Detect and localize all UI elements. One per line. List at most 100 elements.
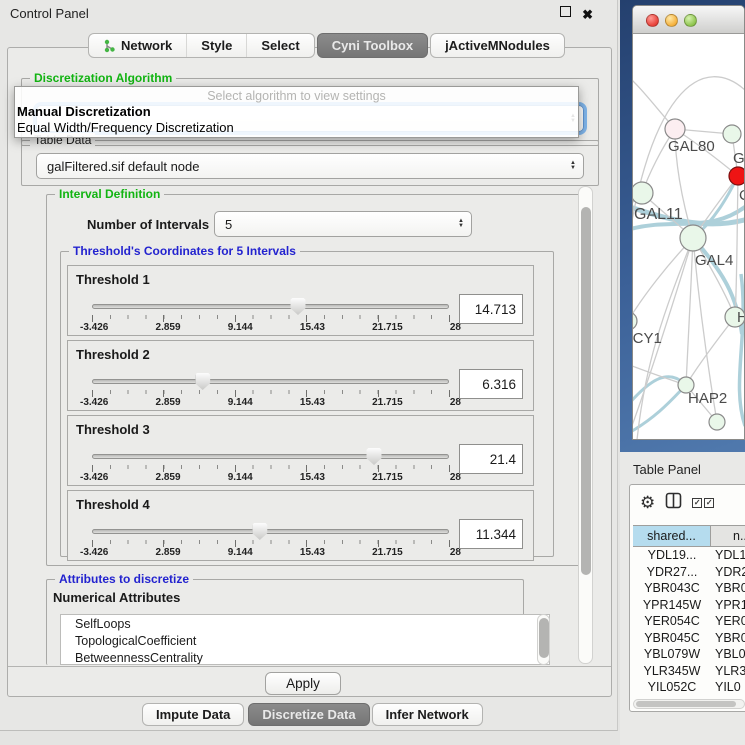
scrollbar-thumb[interactable] <box>636 701 736 707</box>
group-title: Threshold's Coordinates for 5 Intervals <box>69 244 300 258</box>
threshold-4-slider[interactable]: -3.426 2.859 9.144 15.43 21.715 28 <box>92 524 449 558</box>
cell: YPR145W <box>633 598 711 612</box>
list-item[interactable]: BetweennessCentrality <box>61 649 549 665</box>
attributes-group: Attributes to discretize Numerical Attri… <box>46 579 524 665</box>
slider-track[interactable] <box>92 529 449 534</box>
tab-discretize-data[interactable]: Discretize Data <box>248 703 369 726</box>
gear-icon[interactable]: ⚙ <box>640 493 655 513</box>
zoom-traffic-icon[interactable] <box>684 14 697 27</box>
table-row[interactable]: YER054C YER0 <box>633 613 745 630</box>
column-layout-icon[interactable] <box>665 492 682 514</box>
threshold-3-slider[interactable]: -3.426 2.859 9.144 15.43 21.715 28 <box>92 449 449 483</box>
tick-label: 15.43 <box>300 322 325 333</box>
table-header-row: shared... n... <box>633 525 745 547</box>
list-item[interactable]: TopologicalCoefficient <box>61 632 549 649</box>
table-rows: YDL19... YDL1 YDR27... YDR2 YBR043C YBR0… <box>633 547 745 696</box>
tick-label: 9.144 <box>228 322 253 333</box>
node-label-partial-top-right: GA <box>733 150 745 167</box>
slider-major-ticks <box>92 540 450 547</box>
network-canvas[interactable]: GAL80 GA C GAL11 GAL4 GCY1 H HAP2 <box>633 34 745 440</box>
top-tab-bar: Network Style Select Cyni Toolbox jActiv… <box>88 33 565 58</box>
node-label-gcy1: GCY1 <box>633 330 662 347</box>
threshold-2-value-field[interactable]: 6.316 <box>459 369 523 399</box>
minimize-traffic-icon[interactable] <box>665 14 678 27</box>
slider-thumb[interactable] <box>367 448 382 465</box>
menu-item-manual-discretization[interactable]: Manual Discretization <box>17 104 151 119</box>
table-row[interactable]: YLR345W YLR3 <box>633 663 745 680</box>
table-row[interactable]: YDR27... YDR2 <box>633 564 745 581</box>
tab-infer-network[interactable]: Infer Network <box>372 703 483 726</box>
threshold-2-panel: Threshold 2 -3.426 2.859 9.144 15.43 21.… <box>67 340 534 411</box>
tick-label: 2.859 <box>156 472 181 483</box>
table-row[interactable]: YBR043C YBR0 <box>633 580 745 597</box>
tab-impute-data[interactable]: Impute Data <box>142 703 244 726</box>
cell: YBR0 <box>711 631 745 645</box>
node-label-partial-c: C <box>739 187 745 204</box>
table-row[interactable]: YBL079W YBL0 <box>633 646 745 663</box>
tick-label: 2.859 <box>156 322 181 333</box>
table-hscrollbar[interactable] <box>633 699 745 709</box>
table-row[interactable]: YIL052C YIL0 <box>633 679 745 696</box>
tab-style[interactable]: Style <box>187 34 247 57</box>
tick-label: 9.144 <box>228 472 253 483</box>
slider-track[interactable] <box>92 304 449 309</box>
close-traffic-icon[interactable] <box>646 14 659 27</box>
scrollbar-thumb[interactable] <box>539 618 549 658</box>
threshold-1-value-field[interactable]: 14.713 <box>459 294 523 324</box>
threshold-label: Threshold 4 <box>76 497 150 512</box>
checked-box-icon[interactable]: ✓ <box>704 498 714 508</box>
panel-title: Control Panel <box>10 6 89 21</box>
list-scrollbar[interactable] <box>537 614 550 665</box>
cell: YDR2 <box>711 565 745 579</box>
slider-thumb[interactable] <box>290 298 305 315</box>
tick-label: 21.715 <box>372 397 403 408</box>
slider-tick-labels: -3.426 2.859 9.144 15.43 21.715 28 <box>80 547 461 558</box>
slider-thumb[interactable] <box>252 523 267 540</box>
column-header-shared[interactable]: shared... <box>633 526 711 546</box>
tab-jactivemnodules[interactable]: jActiveMNodules <box>430 33 565 58</box>
column-header-name[interactable]: n... <box>711 526 745 546</box>
table-toolbar: ⚙ ✓ ✓ <box>630 485 745 521</box>
tab-cyni-toolbox[interactable]: Cyni Toolbox <box>317 33 428 58</box>
tick-label: -3.426 <box>80 547 108 558</box>
menu-item-equal-width-frequency[interactable]: Equal Width/Frequency Discretization <box>17 120 234 135</box>
tab-network[interactable]: Network <box>89 34 187 57</box>
node-label-hap2: HAP2 <box>688 390 727 407</box>
table-row[interactable]: YDL19... YDL1 <box>633 547 745 564</box>
table-data-combobox[interactable]: galFiltered.sif default node ▲▼ <box>36 153 584 179</box>
cell: YBR045C <box>633 631 711 645</box>
checkbox-icons[interactable]: ✓ ✓ <box>692 498 714 508</box>
tab-label: Impute Data <box>156 707 230 722</box>
tick-label: -3.426 <box>80 472 108 483</box>
algorithm-hint-text: Select algorithm to view settings <box>15 89 578 103</box>
table-row[interactable]: YPR145W YPR1 <box>633 597 745 614</box>
threshold-3-value-field[interactable]: 21.4 <box>459 444 523 474</box>
bottom-tab-bar: Impute Data Discretize Data Infer Networ… <box>142 703 485 726</box>
slider-track[interactable] <box>92 379 449 384</box>
panel-scrollbar[interactable] <box>578 186 593 664</box>
tab-label: Infer Network <box>386 707 469 722</box>
tab-label: Cyni Toolbox <box>332 38 413 53</box>
numerical-attributes-list[interactable]: SelfLoops TopologicalCoefficient Between… <box>60 614 550 665</box>
checked-box-icon[interactable]: ✓ <box>692 498 702 508</box>
tab-select[interactable]: Select <box>247 34 313 57</box>
algorithm-dropdown-popup: Select algorithm to view settings Manual… <box>14 86 579 138</box>
threshold-1-panel: Threshold 1 -3.426 2.859 9.144 15.43 21.… <box>67 265 534 336</box>
table-data-group: Table Data galFiltered.sif default node … <box>21 140 599 186</box>
table-row[interactable]: YBR045C YBR0 <box>633 630 745 647</box>
list-item[interactable]: SelfLoops <box>61 615 549 632</box>
threshold-4-value-field[interactable]: 11.344 <box>459 519 523 549</box>
cell: YDL1 <box>711 548 745 562</box>
network-window[interactable]: GAL80 GA C GAL11 GAL4 GCY1 H HAP2 <box>632 5 745 440</box>
tick-label: 2.859 <box>156 547 181 558</box>
slider-track[interactable] <box>92 454 449 459</box>
scrollbar-thumb[interactable] <box>581 207 591 575</box>
float-window-icon[interactable] <box>560 6 571 17</box>
slider-thumb[interactable] <box>195 373 210 390</box>
close-icon[interactable]: ✖ <box>582 7 593 23</box>
apply-button[interactable]: Apply <box>265 672 341 695</box>
threshold-2-slider[interactable]: -3.426 2.859 9.144 15.43 21.715 28 <box>92 374 449 408</box>
threshold-1-slider[interactable]: -3.426 2.859 9.144 15.43 21.715 28 <box>92 299 449 333</box>
network-icon <box>103 39 116 53</box>
num-intervals-combobox[interactable]: 5 ▲▼ <box>214 211 472 237</box>
